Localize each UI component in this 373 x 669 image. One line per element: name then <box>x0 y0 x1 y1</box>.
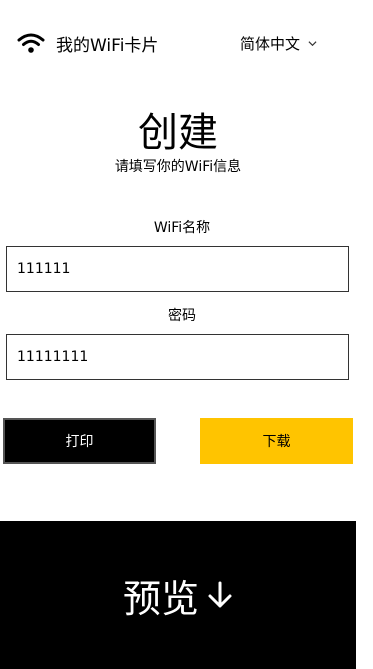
wifi-card-page: 我的WiFi卡片 简体中文 创建 请填写你的WiFi信息 WiFi名称 密码 打… <box>0 0 373 669</box>
print-button[interactable]: 打印 <box>3 418 156 464</box>
arrow-down-icon <box>208 581 232 608</box>
language-select[interactable]: 简体中文 <box>240 33 317 54</box>
preview-section[interactable]: 预览 <box>0 521 356 669</box>
app-header: 我的WiFi卡片 简体中文 <box>0 0 373 90</box>
page-title: 创建 <box>138 110 218 156</box>
language-select-value: 简体中文 <box>240 35 301 53</box>
app-title: 我的WiFi卡片 <box>56 36 159 56</box>
password-label: 密码 <box>168 308 196 324</box>
ssid-label: WiFi名称 <box>153 220 211 236</box>
wifi-icon <box>17 33 45 53</box>
chevron-down-icon <box>308 41 317 47</box>
page-subtitle: 请填写你的WiFi信息 <box>114 159 242 175</box>
download-button[interactable]: 下载 <box>200 418 353 464</box>
ssid-input[interactable] <box>6 246 349 292</box>
preview-label: 预览 <box>122 576 199 621</box>
password-input[interactable] <box>6 334 349 380</box>
